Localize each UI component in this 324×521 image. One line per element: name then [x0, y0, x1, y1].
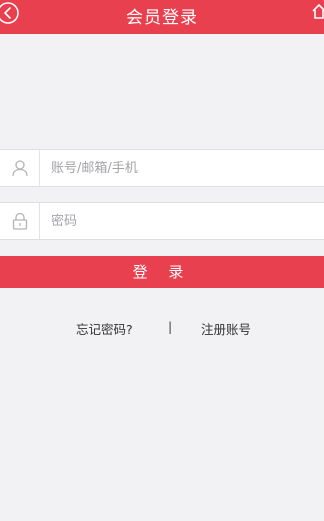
user-icon — [12, 160, 28, 177]
password-icon-box — [0, 203, 40, 239]
home-icon — [312, 4, 324, 19]
register-link[interactable]: 注册账号 — [201, 319, 251, 338]
login-button[interactable]: 登 录 — [0, 256, 324, 288]
links-separator: | — [168, 319, 173, 334]
username-field — [0, 149, 324, 187]
forgot-password-link[interactable]: 忘记密码? — [76, 319, 133, 338]
username-input[interactable] — [51, 150, 311, 186]
auth-links: 忘记密码? | 注册账号 — [0, 319, 324, 338]
lock-icon — [12, 212, 28, 230]
password-input[interactable] — [51, 203, 311, 239]
top-bar: 会员登录 — [0, 0, 324, 34]
password-field — [0, 202, 324, 240]
home-button[interactable] — [312, 4, 324, 20]
username-icon-box — [0, 150, 40, 186]
page-title: 会员登录 — [126, 8, 198, 28]
